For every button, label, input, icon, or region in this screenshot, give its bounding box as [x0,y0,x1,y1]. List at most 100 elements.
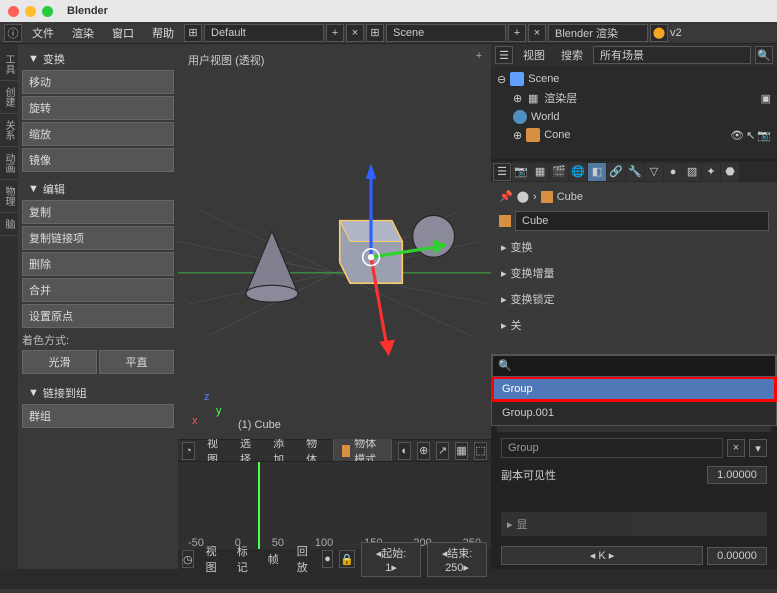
tab-render-props[interactable]: 📷 [512,163,530,181]
pin-icon[interactable]: 📌 [499,190,513,203]
search-result-group-001[interactable]: Group.001 [492,401,776,425]
flat-button[interactable]: 平直 [99,350,174,374]
viewport-expand-icon[interactable]: + [471,48,487,64]
tab-physics[interactable]: 物理 [0,180,18,213]
section-relations[interactable]: ▸ 关 [495,313,773,337]
prop-editor-icon[interactable]: ☰ [493,163,511,181]
minimize-window-button[interactable] [25,6,36,17]
camera-icon[interactable]: 📷 [757,129,771,142]
tab-other[interactable]: 脑 [0,213,18,236]
tab-texture[interactable]: ▨ [683,163,701,181]
blender-icon[interactable]: ⬤ [650,24,668,42]
timeline[interactable]: -50 0 50 100 150 200 250 ◷ 视图 标记 帧 回放 ● … [178,461,491,569]
maximize-window-button[interactable] [42,6,53,17]
object-name-field[interactable] [515,211,769,231]
group-button[interactable]: 群组 [22,404,174,428]
eye-icon[interactable]: 👁 [730,129,744,142]
info-icon[interactable]: ⓘ [4,24,22,42]
menu-render[interactable]: 渲染 [64,23,102,43]
tab-particles[interactable]: ✦ [702,163,720,181]
dupli-value[interactable]: 1.00000 [707,466,767,484]
copy-linked-button[interactable]: 复制链接项 [22,226,174,250]
mirror-button[interactable]: 镜像 [22,148,174,172]
group-name-field[interactable] [501,438,723,458]
outliner-editor-icon[interactable]: ☰ [495,46,513,64]
shading-icon[interactable]: ◐ [398,442,411,460]
tab-scene-props[interactable]: 🎬 [550,163,568,181]
section-delta[interactable]: ▸ 变换增量 [495,261,773,285]
tree-scene[interactable]: ⊖Scene [495,70,773,88]
tl-playback-menu[interactable]: 回放 [291,541,316,577]
layout-remove-icon[interactable]: × [346,24,364,42]
tab-data[interactable]: ▽ [645,163,663,181]
rotate-button[interactable]: 旋转 [22,96,174,120]
scale-button[interactable]: 缩放 [22,122,174,146]
edit-header[interactable]: ▼ 编辑 [22,178,174,200]
move-button[interactable]: 移动 [22,70,174,94]
delete-button[interactable]: 删除 [22,252,174,276]
out-view-menu[interactable]: 视图 [517,45,551,65]
tree-render-layers[interactable]: ⊕▦渲染层▣ [495,88,773,108]
tab-relations[interactable]: 关系 [0,114,18,147]
layout-add-icon[interactable]: + [326,24,344,42]
smooth-button[interactable]: 光滑 [22,350,97,374]
layers-icon[interactable]: ▦ [455,442,468,460]
object-icon [499,215,511,227]
transform-header[interactable]: ▼ 变换 [22,48,174,70]
manipulator-icon[interactable]: ↗ [436,442,449,460]
tab-create[interactable]: 创建 [0,81,18,114]
group-remove-icon[interactable]: × [727,439,745,457]
layout-dropdown[interactable]: Default [204,24,324,42]
group-menu-icon[interactable]: ▾ [749,439,767,457]
timeline-editor-icon[interactable]: ◷ [182,550,194,568]
link-group-header[interactable]: ▼ 链接到组 [22,382,174,404]
scene-dropdown[interactable]: Scene [386,24,506,42]
search-icon[interactable]: 🔍 [755,46,773,64]
snap-icon[interactable]: ⬚ [474,442,487,460]
pivot-icon[interactable]: ⊕ [417,442,430,460]
menu-file[interactable]: 文件 [24,23,62,43]
group-search-input[interactable] [492,355,776,377]
layout-browse-icon[interactable]: ⊞ [184,24,202,42]
scene-remove-icon[interactable]: × [528,24,546,42]
autokey-icon[interactable]: ● [322,550,334,568]
scene-browse-icon[interactable]: ⊞ [366,24,384,42]
join-button[interactable]: 合并 [22,278,174,302]
out-search-menu[interactable]: 搜索 [555,45,589,65]
copy-button[interactable]: 复制 [22,200,174,224]
viewport-3d[interactable]: 用户视图 (透视) + (1) Cube z y x [178,44,491,439]
tl-view-menu[interactable]: 视图 [200,541,225,577]
cursor-icon[interactable]: ↖ [746,129,755,142]
tab-tools[interactable]: 工具 [0,48,18,81]
tl-marker-menu[interactable]: 标记 [231,541,256,577]
tl-frame-menu[interactable]: 帧 [262,549,285,569]
tab-object-props[interactable]: ◧ [588,163,606,181]
start-frame-field[interactable]: ◂起始: 1▸ [361,542,421,577]
menu-window[interactable]: 窗口 [104,23,142,43]
tab-animation[interactable]: 动画 [0,147,18,180]
render-layer-icon[interactable]: ▣ [761,92,771,105]
tab-render-layers[interactable]: ▦ [531,163,549,181]
tree-cone[interactable]: ⊕Cone👁↖📷 [495,126,773,144]
tree-world[interactable]: World [495,108,773,126]
close-window-button[interactable] [8,6,19,17]
editor-type-icon[interactable]: ◔ [182,442,195,460]
section-display[interactable]: ▸ 显 [501,512,767,536]
tab-material[interactable]: ● [664,163,682,181]
section-lock[interactable]: ▸ 变换锁定 [495,287,773,311]
set-origin-button[interactable]: 设置原点 [22,304,174,328]
tab-constraints[interactable]: 🔗 [607,163,625,181]
custom-k-field[interactable]: ◂ K ▸ [501,546,703,565]
lock-icon[interactable]: 🔒 [339,550,355,568]
section-transform[interactable]: ▸ 变换 [495,235,773,259]
tab-modifiers[interactable]: 🔧 [626,163,644,181]
tab-world-props[interactable]: 🌐 [569,163,587,181]
custom-val-field[interactable]: 0.00000 [707,547,767,565]
tab-physics-props[interactable]: ⬣ [721,163,739,181]
end-frame-field[interactable]: ◂结束: 250▸ [427,542,487,577]
outliner-filter-dropdown[interactable]: 所有场景 [593,46,751,64]
render-engine-dropdown[interactable]: Blender 渲染 [548,24,648,42]
search-result-group[interactable]: Group [492,377,776,401]
menu-help[interactable]: 帮助 [144,23,182,43]
scene-add-icon[interactable]: + [508,24,526,42]
